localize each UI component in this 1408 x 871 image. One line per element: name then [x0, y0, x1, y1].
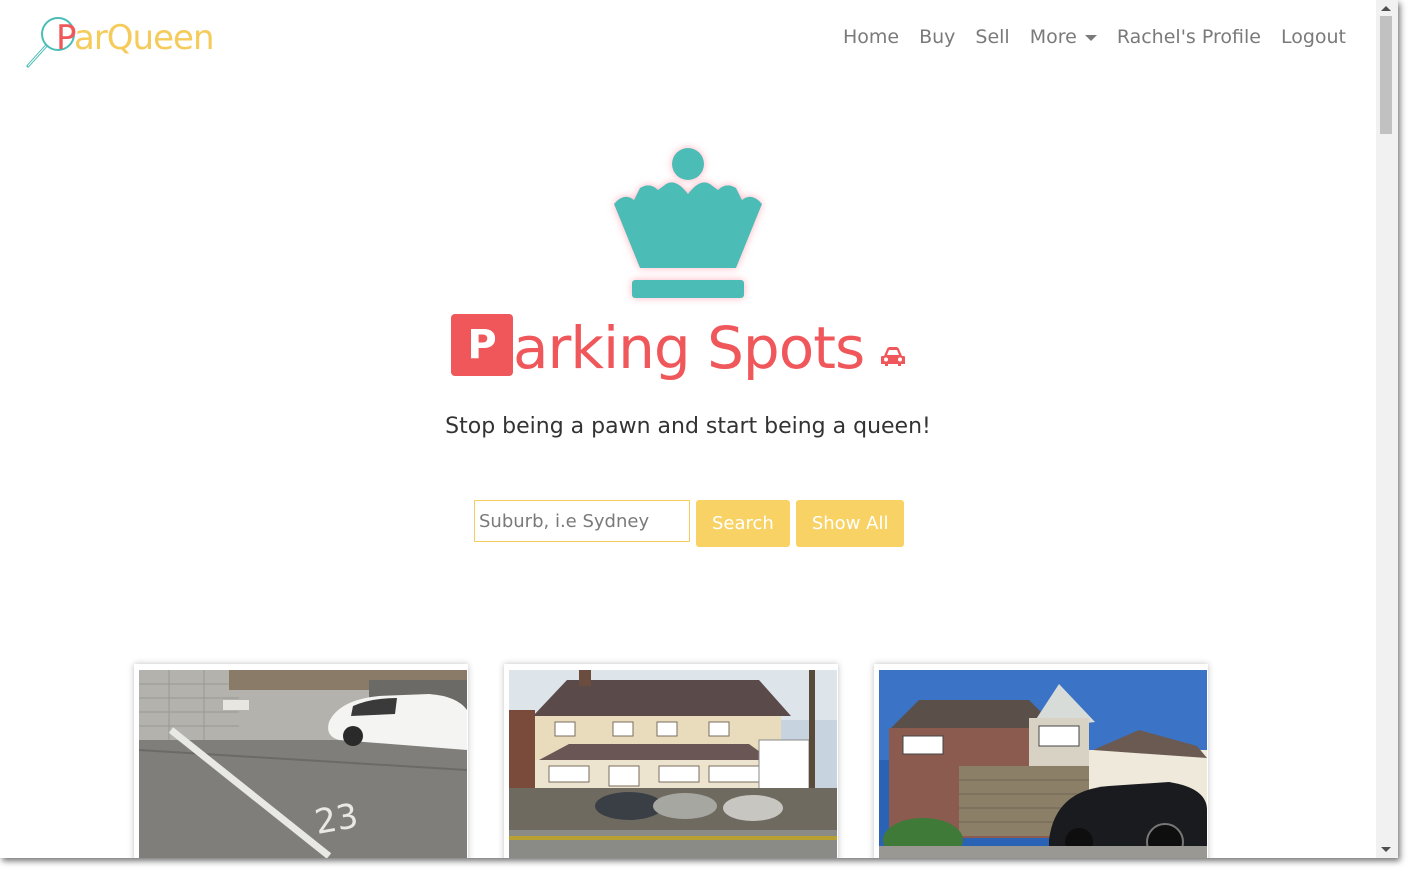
nav-home[interactable]: Home — [843, 26, 899, 48]
listing-card[interactable] — [504, 664, 838, 858]
tagline: Stop being a pawn and start being a quee… — [445, 414, 931, 439]
scroll-thumb[interactable] — [1380, 16, 1392, 134]
listing-card[interactable] — [874, 664, 1208, 858]
nav-more-label: More — [1029, 26, 1077, 48]
brand-name: ParQueen — [56, 18, 214, 58]
page-title: P arking Spots — [451, 306, 906, 386]
chevron-down-icon — [1084, 34, 1097, 41]
scroll-down-icon[interactable] — [1381, 847, 1391, 852]
nav-buy[interactable]: Buy — [919, 26, 955, 48]
modern-house-photo — [879, 670, 1207, 858]
car-icon — [881, 347, 906, 366]
vertical-scrollbar[interactable] — [1376, 0, 1398, 858]
show-all-button[interactable]: Show All — [795, 500, 905, 547]
suburb-search-input[interactable] — [474, 500, 690, 542]
brand-logo[interactable]: ParQueen — [22, 10, 214, 74]
browser-window: ParQueen Home Buy Sell More Rachel's Pro… — [0, 0, 1398, 858]
search-button[interactable]: Search — [696, 500, 790, 547]
brand-rest: arQueen — [73, 18, 215, 58]
parking-p-badge: P — [451, 314, 513, 376]
nav-logout[interactable]: Logout — [1281, 26, 1346, 48]
nav-links: Home Buy Sell More Rachel's Profile Logo… — [843, 26, 1346, 48]
nav-sell[interactable]: Sell — [975, 26, 1009, 48]
scroll-up-icon[interactable] — [1381, 6, 1391, 11]
search-bar: Search Show All — [474, 500, 905, 547]
navbar: ParQueen Home Buy Sell More Rachel's Pro… — [0, 0, 1376, 80]
parking-garage-photo: 23 — [139, 670, 467, 858]
listing-card[interactable]: 23 — [134, 664, 468, 858]
house-driveway-photo — [509, 670, 837, 858]
nav-profile[interactable]: Rachel's Profile — [1117, 26, 1261, 48]
svg-text:23: 23 — [312, 796, 362, 843]
page-title-text: arking Spots — [513, 314, 865, 382]
brand-initial: P — [56, 18, 75, 58]
crown-icon — [614, 148, 762, 298]
nav-more-dropdown[interactable]: More — [1030, 26, 1097, 48]
